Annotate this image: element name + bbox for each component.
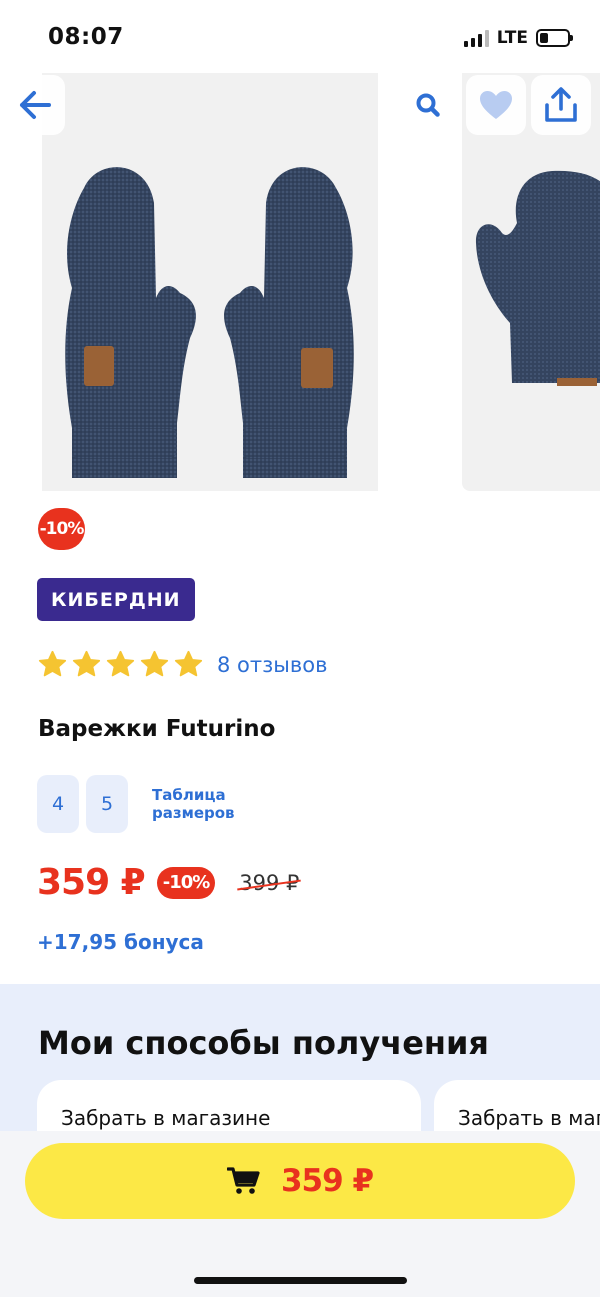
product-photo[interactable] [42, 73, 378, 491]
network-type: LTE [496, 28, 528, 48]
old-price: 399 ₽ [239, 870, 300, 895]
add-to-cart-price: 359 ₽ [280, 1163, 374, 1199]
product-gallery[interactable] [0, 73, 600, 493]
delivery-heading: Мои способы получения [38, 1024, 489, 1062]
size-table-link[interactable]: Таблица размеров [152, 786, 242, 822]
cart-icon [226, 1167, 260, 1194]
search-icon [416, 93, 440, 117]
star-icon [38, 650, 67, 677]
product-page: 08:07 LTE -10% КИБЕРДНИ 8 отзывов Варежк… [0, 0, 600, 1297]
signal-icon [463, 29, 489, 47]
heart-icon [480, 91, 512, 119]
share-icon [545, 87, 577, 122]
rating[interactable]: 8 отзывов [38, 650, 327, 679]
status-bar: 08:07 LTE [0, 0, 600, 74]
back-button[interactable] [5, 75, 65, 135]
bonus-points[interactable]: +17,95 бонуса [37, 930, 204, 954]
discount-badge: -10% [38, 508, 85, 550]
size-option[interactable]: 4 [37, 775, 79, 833]
status-time: 08:07 [48, 24, 124, 50]
product-title: Варежки Futurino [38, 716, 276, 742]
star-icon [174, 650, 203, 677]
price-row: 359 ₽ -10% 399 ₽ [37, 862, 299, 903]
search-button[interactable] [398, 75, 458, 135]
reviews-link[interactable]: 8 отзывов [217, 653, 327, 677]
add-to-cart-button[interactable]: 359 ₽ [25, 1143, 575, 1219]
product-photo-next[interactable] [462, 73, 600, 491]
star-icon [106, 650, 135, 677]
battery-icon [536, 29, 573, 47]
promo-badge[interactable]: КИБЕРДНИ [37, 578, 195, 621]
rating-stars [38, 650, 203, 679]
size-option[interactable]: 5 [86, 775, 128, 833]
delivery-option-title: Забрать в магазине [61, 1106, 271, 1130]
share-button[interactable] [531, 75, 591, 135]
star-icon [72, 650, 101, 677]
size-selector: 4 5 Таблица размеров [37, 775, 242, 833]
price-discount-badge: -10% [156, 866, 216, 899]
delivery-option-title: Забрать в магазине [458, 1106, 600, 1130]
star-icon [140, 650, 169, 677]
status-indicators: LTE [463, 28, 573, 48]
bottom-bar: 359 ₽ [0, 1131, 600, 1297]
arrow-left-icon [20, 91, 51, 119]
favorite-button[interactable] [466, 75, 526, 135]
home-indicator [194, 1277, 407, 1284]
current-price: 359 ₽ [37, 862, 146, 903]
